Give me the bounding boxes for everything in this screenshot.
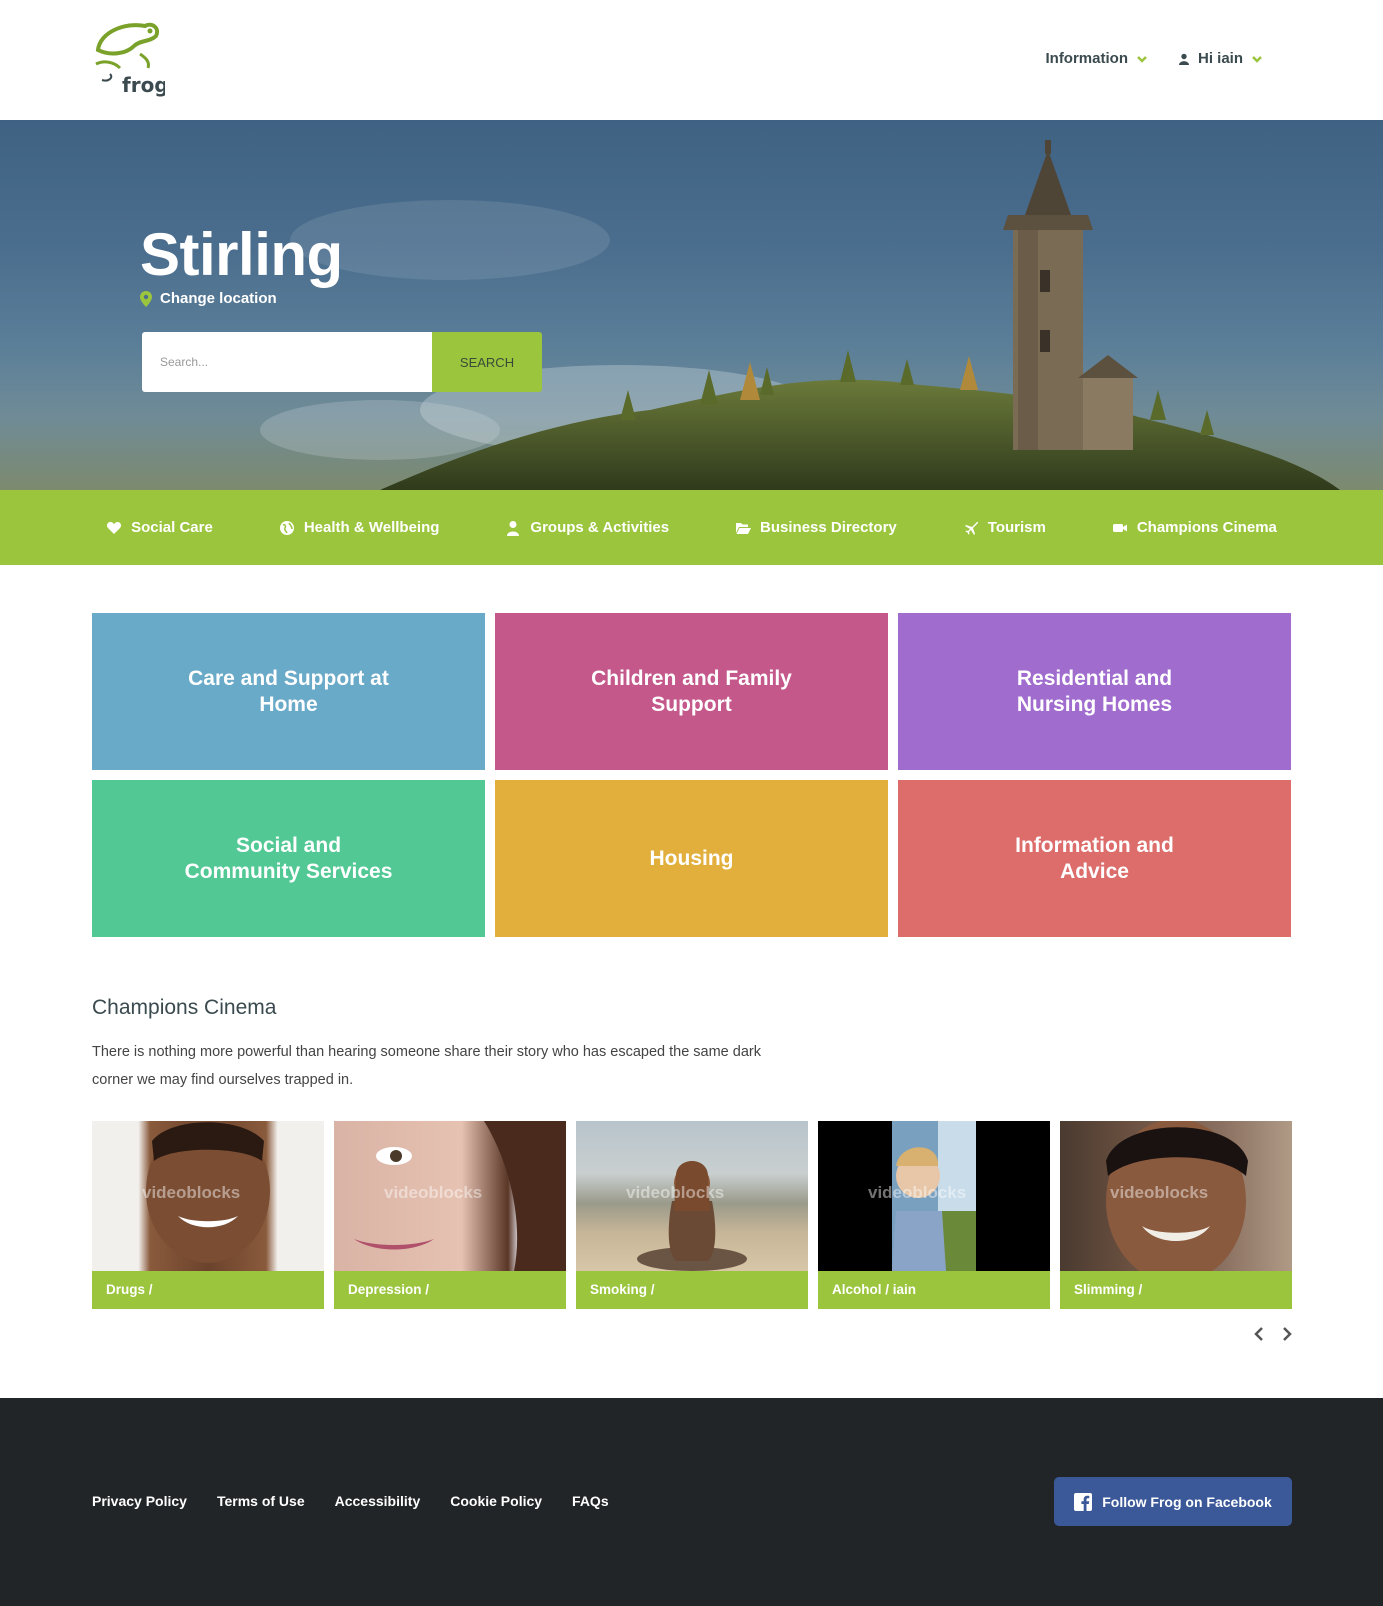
folder-open-icon [736,522,752,534]
globe-icon [279,520,294,535]
chevron-down-icon [1252,55,1262,63]
video-carousel: videoblocks Drugs / videoblocks Depressi… [92,1121,1292,1309]
nav-champions-cinema-label: Champions Cinema [1136,519,1277,536]
search-input[interactable] [142,332,432,392]
chevron-right-icon[interactable] [1280,1326,1294,1342]
plane-icon [964,521,978,535]
video-thumbnail: videoblocks [818,1121,1050,1271]
user-icon [507,520,520,536]
change-location-label: Change location [160,290,277,307]
video-watermark: videoblocks [626,1183,725,1202]
user-icon [1178,53,1189,65]
video-card[interactable]: videoblocks Drugs / [92,1121,324,1309]
nav-tourism[interactable]: Tourism [930,519,1079,536]
faqs-link[interactable]: FAQs [572,1493,609,1509]
tile-housing[interactable]: Housing [495,780,888,937]
video-label: Drugs / [92,1271,324,1309]
tile-children-family-support[interactable]: Children and Family Support [495,613,888,770]
terms-of-use-link[interactable]: Terms of Use [217,1493,305,1509]
video-watermark: videoblocks [142,1183,241,1202]
user-menu[interactable]: Hi iain [1178,50,1263,67]
cinema-description: There is nothing more powerful than hear… [92,1044,761,1088]
video-label: Alcohol / iain [818,1271,1050,1309]
video-thumbnail: videoblocks [1060,1121,1292,1271]
nav-business-directory-label: Business Directory [760,519,897,536]
facebook-icon [1074,1492,1093,1511]
video-thumbnail: videoblocks [576,1121,808,1271]
site-header: frog Information Hi iain [0,0,1383,120]
video-thumbnail: videoblocks [92,1121,324,1271]
logo-text: frog [122,73,165,97]
follow-facebook-button[interactable]: Follow Frog on Facebook [1054,1477,1292,1526]
accessibility-link[interactable]: Accessibility [335,1493,421,1509]
hero-banner: Stirling Change location SEARCH [0,120,1383,490]
privacy-policy-link[interactable]: Privacy Policy [92,1493,187,1509]
nav-champions-cinema[interactable]: Champions Cinema [1079,519,1310,536]
nav-health-wellbeing[interactable]: Health & Wellbeing [246,519,473,536]
video-label: Slimming / [1060,1271,1292,1309]
information-label: Information [1045,50,1128,67]
video-watermark: videoblocks [1110,1183,1209,1202]
video-thumbnail: videoblocks [334,1121,566,1271]
location-title: Stirling [140,221,343,288]
heart-icon [107,521,122,534]
video-label: Depression / [334,1271,566,1309]
change-location-link[interactable]: Change location [140,290,277,307]
search-button[interactable]: SEARCH [432,332,542,392]
video-watermark: videoblocks [868,1183,967,1202]
map-marker-icon [140,290,152,307]
footer-links: Privacy Policy Terms of Use Accessibilit… [92,1493,609,1509]
tile-residential-nursing-homes[interactable]: Residential and Nursing Homes [898,613,1291,770]
video-card[interactable]: videoblocks Depression / [334,1121,566,1309]
tile-care-support-home[interactable]: Care and Support at Home [92,613,485,770]
nav-health-wellbeing-label: Health & Wellbeing [303,519,440,536]
service-tiles: Care and Support at Home Children and Fa… [92,613,1292,937]
chevron-left-icon[interactable] [1252,1326,1266,1342]
frog-logo[interactable]: frog [90,20,165,100]
video-card[interactable]: videoblocks Smoking / [576,1121,808,1309]
category-nav: Social Care Health & Wellbeing Groups & … [0,490,1383,565]
video-card[interactable]: videoblocks Alcohol / iain [818,1121,1050,1309]
search-box: SEARCH [142,332,542,392]
information-menu[interactable]: Information [1045,50,1148,67]
follow-facebook-label: Follow Frog on Facebook [1102,1493,1272,1510]
tile-information-advice[interactable]: Information and Advice [898,780,1291,937]
site-footer: Privacy Policy Terms of Use Accessibilit… [0,1398,1383,1606]
nav-groups-activities[interactable]: Groups & Activities [472,519,702,536]
nav-groups-activities-label: Groups & Activities [530,519,670,536]
tile-social-community-services[interactable]: Social and Community Services [92,780,485,937]
video-camera-icon [1112,523,1127,532]
nav-social-care-label: Social Care [131,519,213,536]
cinema-section-title: Champions Cinema [92,996,277,1019]
chevron-down-icon [1137,55,1147,63]
carousel-controls [1252,1326,1294,1342]
top-nav: Information Hi iain [1045,50,1263,67]
video-watermark: videoblocks [384,1183,483,1202]
nav-social-care[interactable]: Social Care [73,519,246,536]
video-label: Smoking / [576,1271,808,1309]
cookie-policy-link[interactable]: Cookie Policy [450,1493,542,1509]
user-greeting: Hi iain [1197,50,1243,67]
nav-tourism-label: Tourism [987,519,1046,536]
nav-business-directory[interactable]: Business Directory [702,519,930,536]
video-card[interactable]: videoblocks Slimming / [1060,1121,1292,1309]
